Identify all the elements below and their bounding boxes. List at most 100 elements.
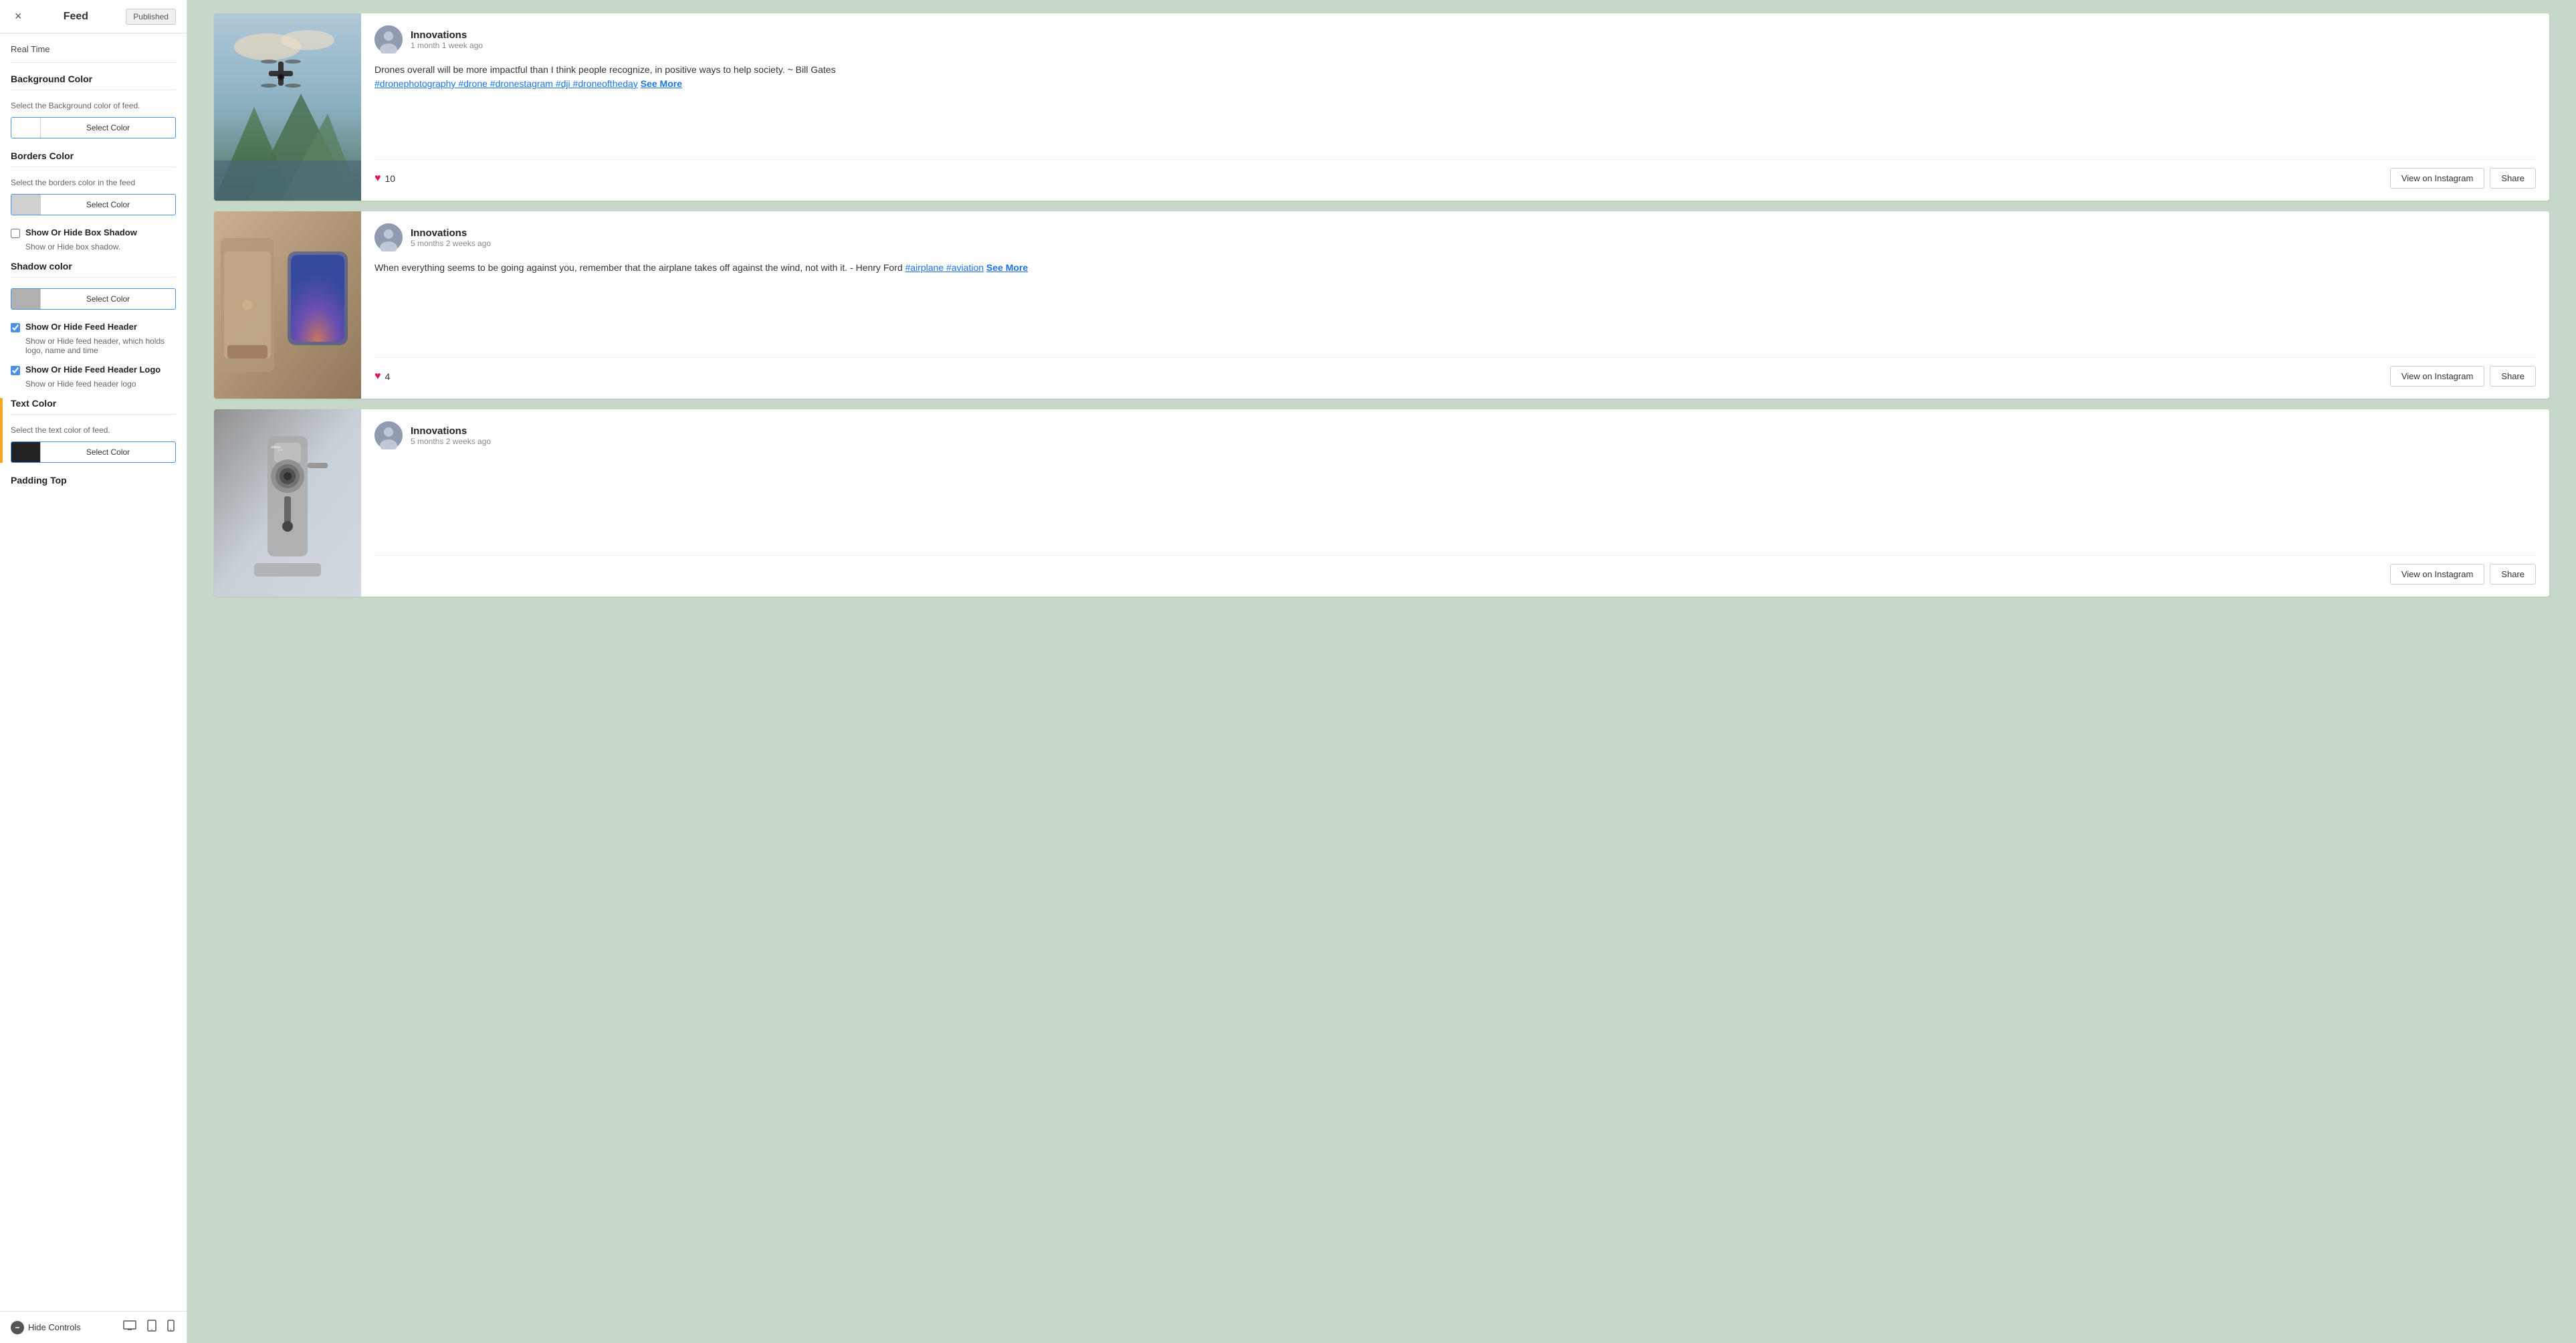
post-author-1: Innovations: [411, 29, 483, 41]
background-color-desc: Select the Background color of feed.: [11, 101, 176, 110]
desktop-icon[interactable]: [122, 1319, 138, 1336]
shadow-color-picker[interactable]: Select Color: [11, 288, 176, 310]
post-avatar-1: [374, 25, 403, 54]
close-icon: ×: [15, 9, 22, 23]
box-shadow-label: Show Or Hide Box Shadow: [25, 227, 137, 237]
published-badge: Published: [126, 9, 176, 25]
text-color-section: Text Color Select the text color of feed…: [11, 398, 176, 463]
background-color-picker[interactable]: Select Color: [11, 117, 176, 138]
post-image-1: [214, 13, 361, 201]
post-header-2: Innovations 5 months 2 weeks ago: [374, 223, 2536, 251]
post-meta-1: Innovations 1 month 1 week ago: [411, 29, 483, 50]
drone-image: [214, 13, 361, 201]
feed-header-logo-checkbox[interactable]: [11, 366, 20, 375]
post-meta-3: Innovations 5 months 2 weeks ago: [411, 425, 491, 446]
view-instagram-btn-3[interactable]: View on Instagram: [2390, 564, 2484, 585]
hide-controls-button[interactable]: Hide Controls: [11, 1321, 81, 1334]
post-author-2: Innovations: [411, 227, 491, 239]
heart-icon-1: ♥: [374, 173, 381, 185]
feed-header-logo-desc: Show or Hide feed header logo: [25, 379, 176, 389]
text-color-desc: Select the text color of feed.: [11, 425, 176, 435]
post-actions-1: View on Instagram Share: [2390, 168, 2536, 189]
feed-header-checkbox[interactable]: [11, 323, 20, 332]
post-image-2: [214, 211, 361, 399]
microscope-image: [214, 409, 361, 597]
borders-color-swatch: [11, 195, 41, 215]
shadow-color-title: Shadow color: [11, 261, 176, 272]
borders-color-picker[interactable]: Select Color: [11, 194, 176, 215]
share-btn-2[interactable]: Share: [2490, 366, 2536, 387]
post-text-2: When everything seems to be going agains…: [374, 261, 2536, 348]
mobile-icon[interactable]: [166, 1318, 176, 1336]
post-text-3: [374, 459, 2536, 546]
share-btn-1[interactable]: Share: [2490, 168, 2536, 189]
post-see-more-2[interactable]: See More: [986, 262, 1028, 273]
borders-color-label: Select Color: [41, 196, 175, 213]
box-shadow-checkbox[interactable]: [11, 229, 20, 238]
post-hashtags-2[interactable]: #airplane #aviation: [905, 262, 984, 273]
post-meta-2: Innovations 5 months 2 weeks ago: [411, 227, 491, 248]
tablet-icon[interactable]: [146, 1318, 158, 1336]
orange-accent: [0, 398, 3, 463]
post-text-1: Drones overall will be more impactful th…: [374, 63, 2536, 150]
heart-icon-2: ♥: [374, 371, 381, 383]
likes-count-2: 4: [385, 371, 391, 382]
feed-header-label: Show Or Hide Feed Header: [25, 322, 137, 332]
likes-row-2: ♥ 4: [374, 371, 390, 383]
post-footer-3: View on Instagram Share: [374, 555, 2536, 585]
text-color-swatch: [11, 442, 41, 462]
post-avatar-2: [374, 223, 403, 251]
text-color-label: Select Color: [41, 443, 175, 461]
divider-3: [11, 277, 176, 278]
post-time-2: 5 months 2 weeks ago: [411, 239, 491, 248]
post-avatar-3: [374, 421, 403, 449]
post-header-1: Innovations 1 month 1 week ago: [374, 25, 2536, 54]
panel-header: × Feed Published: [0, 0, 187, 33]
box-shadow-desc: Show or Hide box shadow.: [25, 242, 176, 251]
text-color-picker[interactable]: Select Color: [11, 441, 176, 463]
post-hashtags-1[interactable]: #dronephotography #drone #dronestagram #…: [374, 78, 638, 89]
post-time-1: 1 month 1 week ago: [411, 41, 483, 50]
view-instagram-btn-2[interactable]: View on Instagram: [2390, 366, 2484, 387]
feed-header-logo-row: Show Or Hide Feed Header Logo: [11, 365, 176, 375]
background-color-title: Background Color: [11, 74, 176, 84]
post-footer-1: ♥ 10 View on Instagram Share: [374, 159, 2536, 189]
feed-post: Innovations 1 month 1 week ago Drones ov…: [214, 13, 2549, 201]
post-author-3: Innovations: [411, 425, 491, 437]
post-content-3: Innovations 5 months 2 weeks ago View on…: [361, 409, 2549, 597]
divider-4: [11, 414, 176, 415]
padding-top-title: Padding Top: [11, 475, 176, 486]
panel-scroll: Real Time Background Color Select the Ba…: [0, 33, 187, 1311]
likes-row-1: ♥ 10: [374, 173, 395, 185]
borders-color-desc: Select the borders color in the feed: [11, 178, 176, 187]
feed-post-3: Innovations 5 months 2 weeks ago View on…: [214, 409, 2549, 597]
hide-controls-icon: [11, 1321, 24, 1334]
panel-footer: Hide Controls: [0, 1311, 187, 1343]
text-color-title: Text Color: [11, 398, 176, 409]
background-color-label: Select Color: [41, 119, 175, 136]
post-header-3: Innovations 5 months 2 weeks ago: [374, 421, 2536, 449]
post-image-3: [214, 409, 361, 597]
close-button[interactable]: ×: [11, 8, 26, 25]
main-area: Innovations 1 month 1 week ago Drones ov…: [187, 0, 2576, 1343]
background-color-swatch: [11, 118, 41, 138]
hide-controls-label: Hide Controls: [28, 1322, 81, 1332]
feed-header-desc: Show or Hide feed header, which holds lo…: [25, 336, 176, 355]
post-actions-3: View on Instagram Share: [2390, 564, 2536, 585]
feed-post-2: Innovations 5 months 2 weeks ago When ev…: [214, 211, 2549, 399]
post-footer-2: ♥ 4 View on Instagram Share: [374, 357, 2536, 387]
share-btn-3[interactable]: Share: [2490, 564, 2536, 585]
likes-count-1: 10: [385, 173, 396, 184]
view-instagram-btn-1[interactable]: View on Instagram: [2390, 168, 2484, 189]
post-actions-2: View on Instagram Share: [2390, 366, 2536, 387]
device-icons: [122, 1318, 176, 1336]
post-see-more-1[interactable]: See More: [641, 78, 682, 89]
post-time-3: 5 months 2 weeks ago: [411, 437, 491, 446]
box-shadow-row: Show Or Hide Box Shadow: [11, 227, 176, 238]
borders-color-title: Borders Color: [11, 150, 176, 161]
airplane-image: [214, 211, 361, 399]
realtime-label: Real Time: [11, 44, 176, 63]
left-panel: × Feed Published Real Time Background Co…: [0, 0, 187, 1343]
shadow-color-label: Select Color: [41, 290, 175, 308]
post-content-1: Innovations 1 month 1 week ago Drones ov…: [361, 13, 2549, 201]
